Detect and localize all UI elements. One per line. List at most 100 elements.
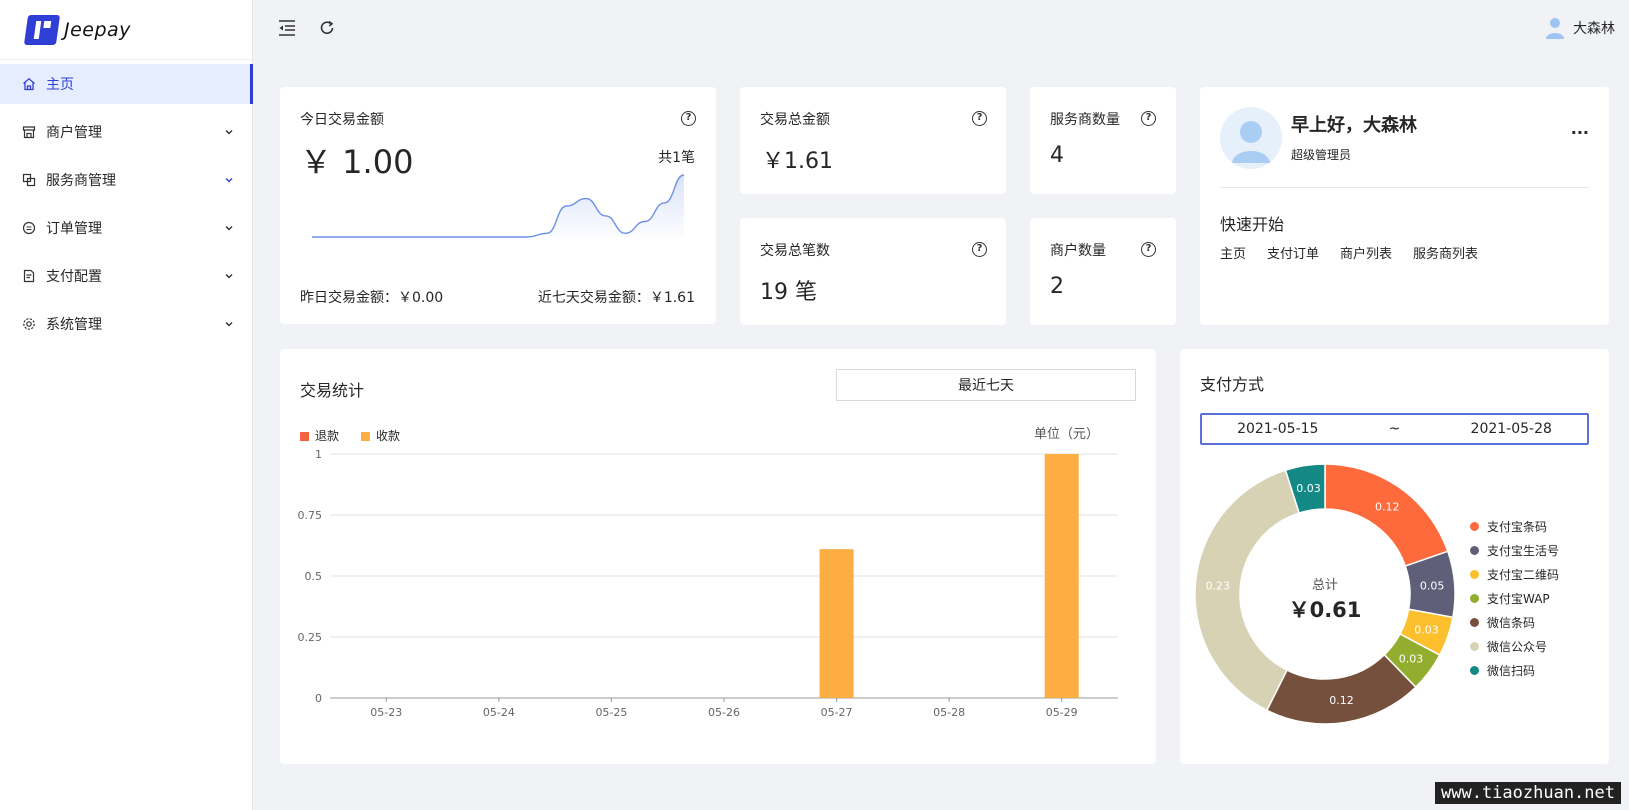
- total-count-card: 交易总笔数 ? 19 笔: [740, 218, 1006, 325]
- pay-type-card: 支付方式 2021-05-15 ~ 2021-05-28 0.12 0.05 0.0…: [1180, 349, 1609, 764]
- bar-income: [1044, 454, 1079, 698]
- legend-item[interactable]: 支付宝生活号: [1470, 538, 1559, 562]
- slice-label: 0.12: [1329, 694, 1354, 707]
- sidebar-item-label: 商户管理: [46, 125, 102, 141]
- chevron-down-icon: [224, 175, 234, 185]
- legend-item[interactable]: 支付宝WAP: [1470, 586, 1559, 610]
- legend-item[interactable]: 微信公众号: [1470, 634, 1559, 658]
- sidebar-menu: 主页 商户管理 服务商管理 订单管理 支付配置 系统管理: [0, 64, 253, 344]
- legend-item[interactable]: 支付宝二维码: [1470, 562, 1559, 586]
- greeting: 早上好，大森林: [1291, 115, 1417, 136]
- legend-label: 支付宝二维码: [1487, 567, 1560, 582]
- sidebar-item-pay-config[interactable]: 支付配置: [0, 256, 252, 296]
- legend-label: 支付宝WAP: [1487, 591, 1550, 606]
- legend-label: 退款: [315, 429, 340, 443]
- date-range-picker[interactable]: 2021-05-15 ~ 2021-05-28: [1200, 413, 1589, 445]
- slice-label: 0.03: [1414, 623, 1439, 636]
- user-name: 大森林: [1573, 21, 1615, 37]
- isv-count-value: 4: [1050, 143, 1064, 168]
- sidebar-item-label: 系统管理: [46, 317, 102, 333]
- chevron-down-icon: [224, 127, 234, 137]
- legend-item-refund[interactable]: 退款: [300, 427, 339, 444]
- sidebar-item-order[interactable]: 订单管理: [0, 208, 252, 248]
- quick-start-title: 快速开始: [1220, 215, 1285, 234]
- total-count-value: 19 笔: [760, 280, 817, 305]
- sidebar-item-label: 主页: [46, 77, 74, 93]
- question-circle-icon[interactable]: ?: [1141, 111, 1156, 126]
- legend-swatch: [1470, 569, 1479, 579]
- mch-count-title: 商户数量: [1050, 243, 1106, 259]
- question-circle-icon[interactable]: ?: [972, 242, 987, 257]
- x-tick-label: 05-26: [708, 706, 740, 719]
- donut-slice: [1324, 463, 1449, 568]
- legend-swatch: [300, 432, 309, 441]
- legend-label: 支付宝条码: [1487, 519, 1548, 534]
- x-tick-label: 05-25: [595, 706, 627, 719]
- mch-count-value: 2: [1050, 274, 1064, 299]
- isv-count-title: 服务商数量: [1050, 112, 1120, 128]
- legend-item[interactable]: 支付宝条码: [1470, 514, 1559, 538]
- today-trade-title: 今日交易金额: [300, 112, 384, 128]
- more-icon[interactable]: ···: [1571, 123, 1589, 142]
- user-menu[interactable]: 大森林: [1545, 16, 1615, 40]
- trade-bar-chart: 0 0.25 0.5 0.75 1 05-23 05-24 05-25 05-26 05-27 05…: [298, 449, 1118, 719]
- today-trade-count: 共1笔: [658, 150, 695, 166]
- reload-icon[interactable]: [315, 16, 339, 40]
- legend-label: 微信公众号: [1487, 639, 1548, 654]
- transaction-icon: [22, 221, 36, 235]
- bar-legend: 退款 收款: [300, 427, 400, 444]
- quick-link-merchant-list[interactable]: 商户列表: [1340, 243, 1392, 262]
- bar-income: [819, 549, 854, 698]
- slice-label: 0.05: [1420, 580, 1445, 593]
- quick-link-isv-list[interactable]: 服务商列表: [1413, 243, 1478, 262]
- setting-icon: [22, 317, 36, 331]
- question-circle-icon[interactable]: ?: [681, 111, 696, 126]
- y-tick-label: 0: [315, 692, 322, 705]
- donut-center-label: 总计: [1311, 578, 1338, 593]
- legend-label: 微信扫码: [1487, 663, 1536, 678]
- legend-swatch: [1470, 545, 1479, 555]
- date-start: 2021-05-15: [1237, 421, 1319, 437]
- quick-link-pay-order[interactable]: 支付订单: [1267, 243, 1319, 262]
- total-count-title: 交易总笔数: [760, 243, 830, 259]
- pay-type-legend: 支付宝条码支付宝生活号支付宝二维码 支付宝WAP 微信条码微信公众号微信扫码: [1470, 514, 1559, 682]
- logo[interactable]: Jeepay: [0, 0, 252, 60]
- today-trend-chart: [312, 174, 685, 238]
- trade-stats-card: 交易统计 最近七天 退款 收款 单位（元） 0 0.25 0.5 0.75 1 05-23…: [280, 349, 1156, 764]
- y-tick-label: 1: [315, 449, 322, 461]
- chevron-down-icon: [224, 319, 234, 329]
- slice-label: 0.03: [1399, 653, 1424, 666]
- shop-icon: [22, 125, 36, 139]
- date-separator: ~: [1388, 421, 1401, 437]
- sidebar-item-merchant[interactable]: 商户管理: [0, 112, 252, 152]
- total-amount-card: 交易总金额 ? ￥1.61: [740, 87, 1006, 194]
- x-tick-label: 05-28: [933, 706, 965, 719]
- welcome-card: 早上好，大森林 超级管理员 ··· 快速开始 主页 支付订单 商户列表 服务商列…: [1200, 87, 1609, 325]
- total-amount-title: 交易总金额: [760, 112, 830, 128]
- sidebar-item-system[interactable]: 系统管理: [0, 304, 252, 344]
- legend-swatch: [1470, 521, 1479, 531]
- x-tick-label: 05-27: [821, 706, 853, 719]
- yesterday-trade-amount: 昨日交易金额：￥0.00: [300, 290, 444, 306]
- top-header: 大森林: [253, 0, 1629, 56]
- date-range-select[interactable]: 最近七天: [836, 369, 1136, 401]
- question-circle-icon[interactable]: ?: [972, 111, 987, 126]
- sidebar-item-isv[interactable]: 服务商管理: [0, 160, 252, 200]
- slice-label: 0.03: [1296, 482, 1321, 495]
- sidebar-item-home[interactable]: 主页: [0, 64, 253, 104]
- total-amount-value: ￥1.61: [762, 149, 833, 174]
- sidebar: Jeepay 主页 商户管理 服务商管理 订单管理 支付配置 系统管理: [0, 0, 253, 810]
- legend-item[interactable]: 微信条码: [1470, 610, 1559, 634]
- quick-link-home[interactable]: 主页: [1220, 243, 1246, 262]
- slice-label: 0.23: [1206, 580, 1231, 593]
- user-avatar-icon: [1546, 18, 1564, 39]
- watermark: www.tiaozhuan.net: [1435, 782, 1621, 804]
- chevron-down-icon: [224, 223, 234, 233]
- menu-fold-icon[interactable]: [275, 16, 299, 40]
- legend-item[interactable]: 微信扫码: [1470, 658, 1559, 682]
- x-tick-label: 05-24: [483, 706, 515, 719]
- question-circle-icon[interactable]: ?: [1141, 242, 1156, 257]
- legend-item-income[interactable]: 收款: [361, 427, 400, 444]
- brand-name: Jeepay: [64, 18, 131, 41]
- legend-label: 收款: [376, 429, 401, 443]
